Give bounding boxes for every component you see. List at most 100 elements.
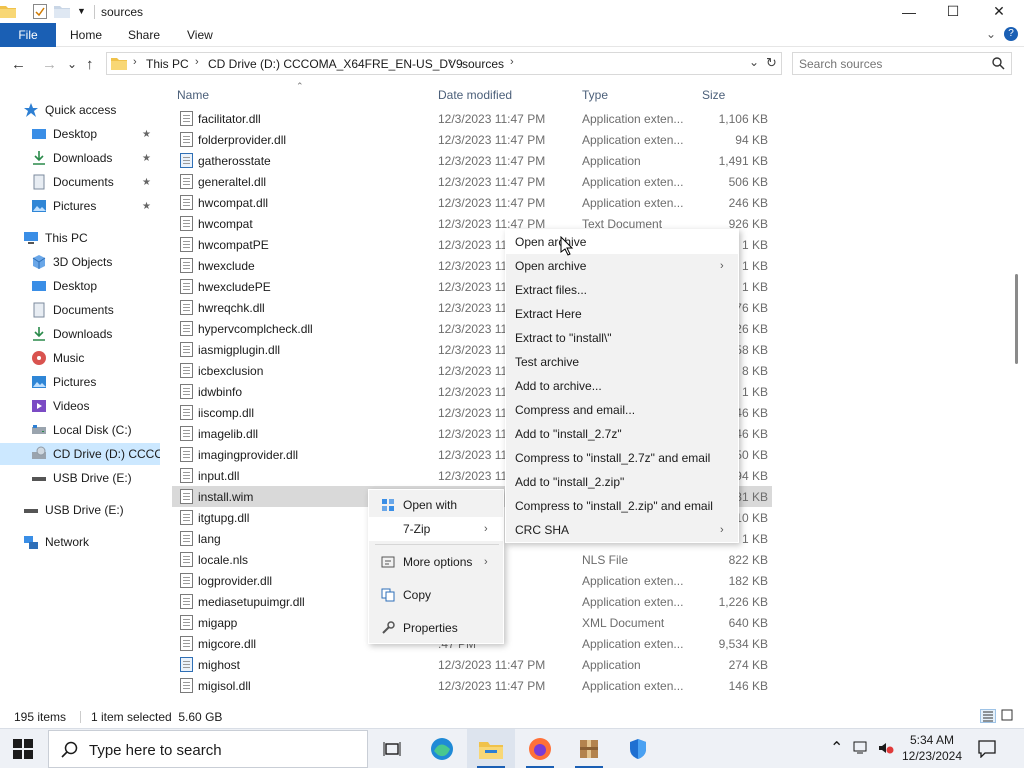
recent-locations-button[interactable]: ⌄: [67, 57, 77, 71]
menu-item-properties[interactable]: Properties: [369, 616, 503, 640]
menu-item-zip-crc-sha[interactable]: CRC SHA ›: [506, 518, 738, 542]
scrollbar-thumb[interactable]: [1015, 274, 1018, 364]
file-type: Application: [582, 154, 641, 168]
sidebar-item-cd-drive[interactable]: CD Drive (D:) CCCO: [0, 443, 160, 465]
properties-icon[interactable]: [33, 4, 47, 22]
sidebar-item-music[interactable]: Music: [0, 347, 160, 369]
breadcrumb-separator[interactable]: ›: [449, 56, 453, 68]
clock[interactable]: 5:34 AM 12/23/2024: [892, 732, 972, 764]
sidebar-item-downloads[interactable]: Downloads ★: [0, 147, 160, 169]
breadcrumb-sources[interactable]: sources: [462, 57, 504, 71]
menu-item-zip-compress-and-email[interactable]: Compress and email...: [506, 398, 738, 422]
taskbar-firefox[interactable]: [516, 729, 564, 768]
sidebar-item-usb-drive[interactable]: USB Drive (E:): [0, 499, 160, 521]
address-bar[interactable]: › This PC › CD Drive (D:) CCCOMA_X64FRE_…: [106, 52, 782, 75]
tab-share[interactable]: Share: [128, 28, 160, 42]
large-icons-view-button[interactable]: [1000, 709, 1016, 723]
menu-item-zip-add-to-archive[interactable]: Add to archive...: [506, 374, 738, 398]
column-header-date[interactable]: Date modified: [438, 88, 512, 102]
menu-item-copy[interactable]: Copy: [369, 583, 503, 607]
tray-overflow-button[interactable]: ⌃: [830, 738, 843, 758]
expand-ribbon-icon[interactable]: ⌄: [986, 27, 996, 41]
sidebar-item-this-pc[interactable]: This PC: [0, 227, 160, 249]
customize-toolbar-icon[interactable]: ▼: [77, 6, 86, 16]
file-row[interactable]: hwcompat.dll 12/3/2023 11:47 PM Applicatio…: [172, 192, 772, 213]
text-file-icon: [180, 489, 193, 504]
search-icon[interactable]: [992, 57, 1005, 73]
column-header-type[interactable]: Type: [582, 88, 608, 102]
details-view-button[interactable]: [980, 709, 996, 723]
column-header-size[interactable]: Size: [702, 88, 725, 102]
network-tray-icon[interactable]: [853, 741, 871, 758]
breadcrumb-separator[interactable]: ›: [510, 56, 514, 68]
sidebar-item-usb-drive-pc[interactable]: USB Drive (E:): [0, 467, 160, 489]
close-button[interactable]: ✕: [976, 0, 1022, 23]
taskbar-defender[interactable]: [614, 729, 662, 768]
tab-home[interactable]: Home: [70, 28, 102, 42]
new-folder-icon[interactable]: [54, 4, 70, 21]
sidebar-item-3d-objects[interactable]: 3D Objects: [0, 251, 160, 273]
taskbar-edge[interactable]: [418, 729, 466, 768]
menu-item-zip-compress-zip-email[interactable]: Compress to "install_2.zip" and email: [506, 494, 738, 518]
sidebar-item-pictures-pc[interactable]: Pictures: [0, 371, 160, 393]
file-row[interactable]: facilitator.dll 12/3/2023 11:47 PM Applica…: [172, 108, 772, 129]
breadcrumb-separator[interactable]: ›: [195, 56, 199, 68]
dll-file-icon: [180, 447, 193, 462]
menu-item-zip-open-archive[interactable]: Open archive: [506, 230, 738, 254]
menu-item-7zip[interactable]: 7-Zip ›: [369, 517, 503, 541]
menu-item-more-options[interactable]: More options ›: [369, 550, 503, 574]
text-file-icon: [180, 258, 193, 273]
sidebar-item-pictures[interactable]: Pictures ★: [0, 195, 160, 217]
menu-item-zip-open-archive-sub[interactable]: Open archive ›: [506, 254, 738, 278]
sidebar-item-downloads-pc[interactable]: Downloads: [0, 323, 160, 345]
breadcrumb-cd-drive[interactable]: CD Drive (D:) CCCOMA_X64FRE_EN-US_DV9: [208, 57, 463, 71]
up-button[interactable]: ↑: [86, 56, 94, 73]
menu-item-zip-add-to-zip[interactable]: Add to "install_2.zip": [506, 470, 738, 494]
sidebar-item-desktop-pc[interactable]: Desktop: [0, 275, 160, 297]
tab-view[interactable]: View: [187, 28, 213, 42]
file-size: 246 KB: [728, 196, 768, 210]
help-icon[interactable]: ?: [1004, 27, 1018, 41]
refresh-button[interactable]: ↻: [766, 55, 777, 71]
taskbar-file-explorer[interactable]: [467, 729, 515, 768]
start-button[interactable]: [0, 729, 46, 768]
menu-item-zip-add-to-7z[interactable]: Add to "install_2.7z": [506, 422, 738, 446]
maximize-button[interactable]: ☐: [930, 0, 976, 23]
tab-file[interactable]: File: [0, 23, 56, 47]
column-header-name[interactable]: Name: [177, 88, 209, 102]
back-button[interactable]: ←: [11, 56, 26, 73]
submenu-arrow-icon: ›: [484, 556, 488, 568]
file-row[interactable]: generaltel.dll 12/3/2023 11:47 PM Applicat…: [172, 171, 772, 192]
file-row[interactable]: gatherosstate 12/3/2023 11:47 PM Applicati…: [172, 150, 772, 171]
file-row[interactable]: migisol.dll 12/3/2023 11:47 PM Application…: [172, 675, 772, 696]
sidebar-item-desktop[interactable]: Desktop ★: [0, 123, 160, 145]
menu-item-zip-compress-7z-email[interactable]: Compress to "install_2.7z" and email: [506, 446, 738, 470]
sidebar-item-documents[interactable]: Documents ★: [0, 171, 160, 193]
sidebar-item-documents-pc[interactable]: Documents: [0, 299, 160, 321]
file-type: Application exten...: [582, 637, 684, 651]
minimize-button[interactable]: —: [886, 0, 932, 23]
menu-item-zip-test-archive[interactable]: Test archive: [506, 350, 738, 374]
open-with-icon: [381, 498, 395, 512]
sidebar-item-quick-access[interactable]: Quick access: [0, 99, 160, 121]
notifications-icon[interactable]: [978, 740, 996, 761]
menu-item-zip-extract-to-folder[interactable]: Extract to "install\": [506, 326, 738, 350]
search-input[interactable]: [799, 56, 979, 72]
sidebar-item-local-disk[interactable]: Local Disk (C:): [0, 419, 160, 441]
breadcrumb-separator[interactable]: ›: [133, 56, 137, 68]
file-row[interactable]: mighost 12/3/2023 11:47 PM Application 274 …: [172, 654, 772, 675]
taskbar-archive-app[interactable]: [565, 729, 613, 768]
menu-item-zip-extract-files[interactable]: Extract files...: [506, 278, 738, 302]
sidebar-item-network[interactable]: Network: [0, 531, 160, 553]
menu-item-open-with[interactable]: Open with: [369, 493, 503, 517]
breadcrumb-this-pc[interactable]: This PC: [146, 57, 189, 71]
text-file-icon: [180, 237, 193, 252]
address-dropdown-button[interactable]: ⌄: [749, 55, 759, 69]
sidebar-item-videos[interactable]: Videos: [0, 395, 160, 417]
file-row[interactable]: folderprovider.dll 12/3/2023 11:47 PM Appl…: [172, 129, 772, 150]
task-view-button[interactable]: [368, 729, 416, 768]
forward-button[interactable]: →: [42, 56, 57, 73]
vertical-scrollbar[interactable]: [1012, 84, 1024, 704]
menu-item-zip-extract-here[interactable]: Extract Here: [506, 302, 738, 326]
taskbar-search-box[interactable]: Type here to search: [48, 730, 368, 768]
